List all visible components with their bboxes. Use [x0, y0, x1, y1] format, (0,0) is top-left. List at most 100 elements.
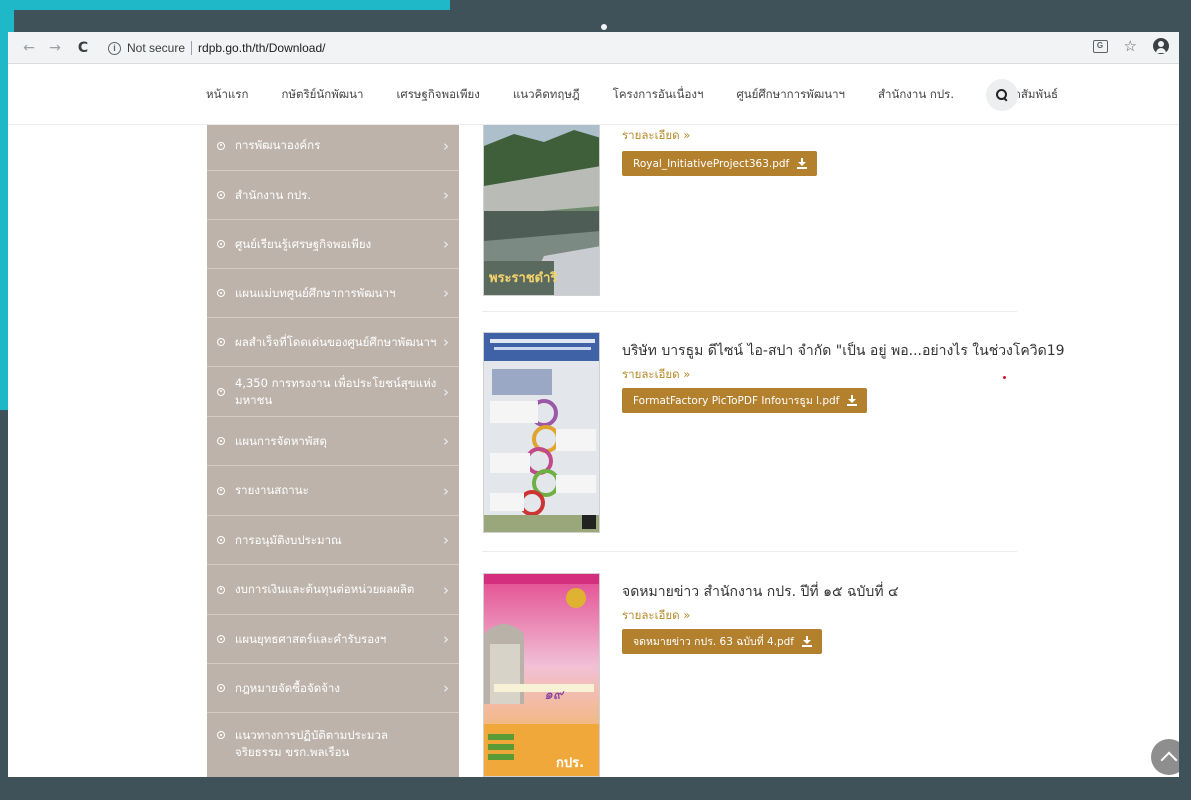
sidebar-item-label: กฎหมายจัดซื้อจัดจ้าง: [235, 680, 340, 695]
thumbnail-caption: กปร.: [556, 756, 585, 771]
bullet-icon: [217, 338, 225, 346]
sidebar-item-label: งบการเงินและต้นทุนต่อหน่วยผลผลิต: [235, 582, 415, 596]
sidebar-item-budget-approval[interactable]: การอนุมัติงบประมาณ ›: [207, 516, 459, 565]
details-link[interactable]: รายละเอียด »: [622, 127, 690, 145]
chevron-right-icon: ›: [443, 235, 449, 253]
sidebar-item-label: แนวทางการปฏิบัติตามประมวลจริยธรรม ขรก.พล…: [235, 728, 389, 759]
screen: ← → C i Not secure rdpb.go.th/th/Downloa…: [8, 32, 1179, 777]
details-link[interactable]: รายละเอียด »: [622, 607, 690, 625]
bullet-icon: [217, 387, 225, 396]
bullet-icon: [217, 684, 225, 692]
sidebar-item-achievements[interactable]: ผลสำเร็จที่โดดเด่นของศูนย์ศึกษาพัฒนาฯ ›: [207, 318, 459, 367]
post-divider: [482, 311, 1017, 312]
details-link[interactable]: รายละเอียด »: [622, 366, 690, 384]
profile-icon[interactable]: [1153, 38, 1169, 54]
sidebar-item-strategic-plan[interactable]: แผนยุทธศาสตร์และคำรับรองฯ ›: [207, 615, 459, 664]
download-button[interactable]: FormatFactory PicToPDF Infoบารธูม l.pdf: [622, 388, 868, 413]
translate-icon[interactable]: G: [1092, 39, 1108, 53]
sidebar-menu: การพัฒนาองค์กร › สำนักงาน กปร. › ศูนย์เร…: [207, 105, 459, 777]
chevron-up-icon: [1160, 751, 1178, 769]
address-bar[interactable]: i Not secure rdpb.go.th/th/Download/: [108, 37, 1098, 59]
bullet-icon: [217, 536, 225, 544]
bookmark-star-icon[interactable]: ☆: [1124, 37, 1137, 55]
thumbnail-infographic-image: [484, 333, 599, 532]
nav-item-theory[interactable]: แนวคิดทฤษฎี: [513, 86, 580, 104]
download-filename: จดหมายข่าว กปร. 63 ฉบับที่ 4.pdf: [633, 636, 794, 648]
post-thumbnail[interactable]: [483, 332, 600, 533]
chevron-right-icon: ›: [443, 136, 449, 155]
post-thumbnail[interactable]: พระราชดำริ: [483, 105, 600, 296]
nav-menu: หน้าแรก กษัตริย์นักพัฒนา เศรษฐกิจพอเพียง…: [206, 65, 1091, 125]
sidebar-item-label: 4,350 การทรงงาน เพื่อประโยชน์สุขแห่งมหาช…: [235, 375, 437, 407]
forward-arrow-icon[interactable]: →: [44, 37, 66, 59]
back-arrow-icon[interactable]: ←: [18, 37, 40, 59]
chevron-right-icon: ›: [443, 531, 449, 549]
sidebar-item-ethics-guidelines[interactable]: แนวทางการปฏิบัติตามประมวลจริยธรรม ขรก.พล…: [207, 713, 459, 777]
camera-dot: [601, 24, 607, 30]
chevron-right-icon: ›: [443, 481, 449, 500]
sidebar-item-label: รายงานสถานะ: [235, 483, 309, 497]
nav-item-sufficiency-economy[interactable]: เศรษฐกิจพอเพียง: [397, 86, 480, 104]
url-text[interactable]: rdpb.go.th/th/Download/: [198, 41, 325, 55]
sidebar-item-label: แผนยุทธศาสตร์และคำรับรองฯ: [235, 631, 387, 646]
scroll-to-top-button[interactable]: [1151, 739, 1179, 775]
post-divider: [482, 551, 1017, 552]
chevron-right-icon: ›: [443, 186, 449, 204]
omnibox-divider: [191, 41, 193, 55]
browser-toolbar: ← → C i Not secure rdpb.go.th/th/Downloa…: [8, 32, 1179, 64]
chevron-right-icon: ›: [443, 382, 449, 401]
post-thumbnail[interactable]: ๑๙ กปร.: [483, 573, 600, 777]
bullet-icon: [217, 289, 225, 297]
bullet-icon: [217, 437, 225, 445]
nav-item-developer-king[interactable]: กษัตริย์นักพัฒนา: [281, 86, 363, 104]
download-button[interactable]: จดหมายข่าว กปร. 63 ฉบับที่ 4.pdf: [622, 629, 822, 654]
reload-icon[interactable]: C: [72, 37, 94, 59]
download-filename: FormatFactory PicToPDF Infoบารธูม l.pdf: [633, 395, 840, 407]
sidebar-item-label: สำนักงาน กปร.: [235, 187, 311, 202]
nav-item-home[interactable]: หน้าแรก: [206, 86, 248, 104]
sidebar-item-label: การพัฒนาองค์กร: [235, 138, 321, 152]
thumbnail-newsletter-image: ๑๙: [484, 574, 599, 776]
nav-item-development-centers[interactable]: ศูนย์ศึกษาการพัฒนาฯ: [736, 86, 845, 104]
sidebar-item-financial-statements[interactable]: งบการเงินและต้นทุนต่อหน่วยผลผลิต ›: [207, 565, 459, 615]
post-title[interactable]: จดหมายข่าว สำนักงาน กปร. ปีที่ ๑๕ ฉบับที…: [622, 581, 899, 603]
chevron-right-icon: ›: [443, 432, 449, 450]
info-icon[interactable]: i: [108, 41, 121, 55]
nav-item-royal-projects[interactable]: โครงการอันเนื่องฯ: [613, 86, 704, 104]
sidebar-item-label: ผลสำเร็จที่โดดเด่นของศูนย์ศึกษาพัฒนาฯ: [235, 334, 437, 349]
frame-accent-top: [0, 0, 450, 10]
search-button[interactable]: [986, 79, 1018, 111]
red-dot-marker: [1003, 376, 1006, 379]
chevron-right-icon: ›: [443, 580, 449, 599]
sidebar-item-4350-works[interactable]: 4,350 การทรงงาน เพื่อประโยชน์สุขแห่งมหาช…: [207, 367, 459, 417]
site-navigation: หน้าแรก กษัตริย์นักพัฒนา เศรษฐกิจพอเพียง…: [8, 65, 1179, 125]
chevron-right-icon: ›: [443, 630, 449, 648]
sidebar-item-learning-center[interactable]: ศูนย์เรียนรู้เศรษฐกิจพอเพียง ›: [207, 220, 459, 269]
chevron-right-icon: ›: [443, 679, 449, 697]
security-label: Not secure: [127, 41, 186, 55]
bullet-icon: [217, 191, 225, 199]
download-filename: Royal_InitiativeProject363.pdf: [633, 157, 790, 170]
chevron-right-icon: ›: [443, 333, 449, 351]
bullet-icon: [217, 635, 225, 643]
sidebar-item-procurement-law[interactable]: กฎหมายจัดซื้อจัดจ้าง ›: [207, 664, 459, 713]
sidebar-item-master-plan[interactable]: แผนแม่บทศูนย์ศึกษาการพัฒนาฯ ›: [207, 269, 459, 318]
bullet-icon: [217, 585, 225, 594]
download-icon: [797, 158, 808, 169]
sidebar-item-office[interactable]: สำนักงาน กปร. ›: [207, 171, 459, 220]
chevron-right-icon: ›: [443, 284, 449, 302]
sidebar-item-label: ศูนย์เรียนรู้เศรษฐกิจพอเพียง: [235, 236, 372, 251]
sidebar-item-label: แผนการจัดหาพัสดุ: [235, 433, 327, 448]
download-icon: [802, 636, 812, 647]
nav-item-office[interactable]: สำนักงาน กปร.: [878, 86, 954, 104]
search-icon: [996, 89, 1008, 101]
bullet-icon: [217, 141, 225, 150]
post-title[interactable]: บริษัท บารธูม ดีไซน์ ไอ-สปา จำกัด "เป็น …: [622, 340, 1065, 362]
download-button[interactable]: Royal_InitiativeProject363.pdf: [622, 151, 818, 176]
download-icon: [847, 395, 858, 406]
svg-text:๑๙: ๑๙: [544, 687, 565, 703]
sidebar-item-procurement-plan[interactable]: แผนการจัดหาพัสดุ ›: [207, 417, 459, 466]
sidebar-item-status-report[interactable]: รายงานสถานะ ›: [207, 466, 459, 516]
sidebar-item-label: การอนุมัติงบประมาณ: [235, 532, 342, 547]
bullet-icon: [217, 486, 225, 495]
